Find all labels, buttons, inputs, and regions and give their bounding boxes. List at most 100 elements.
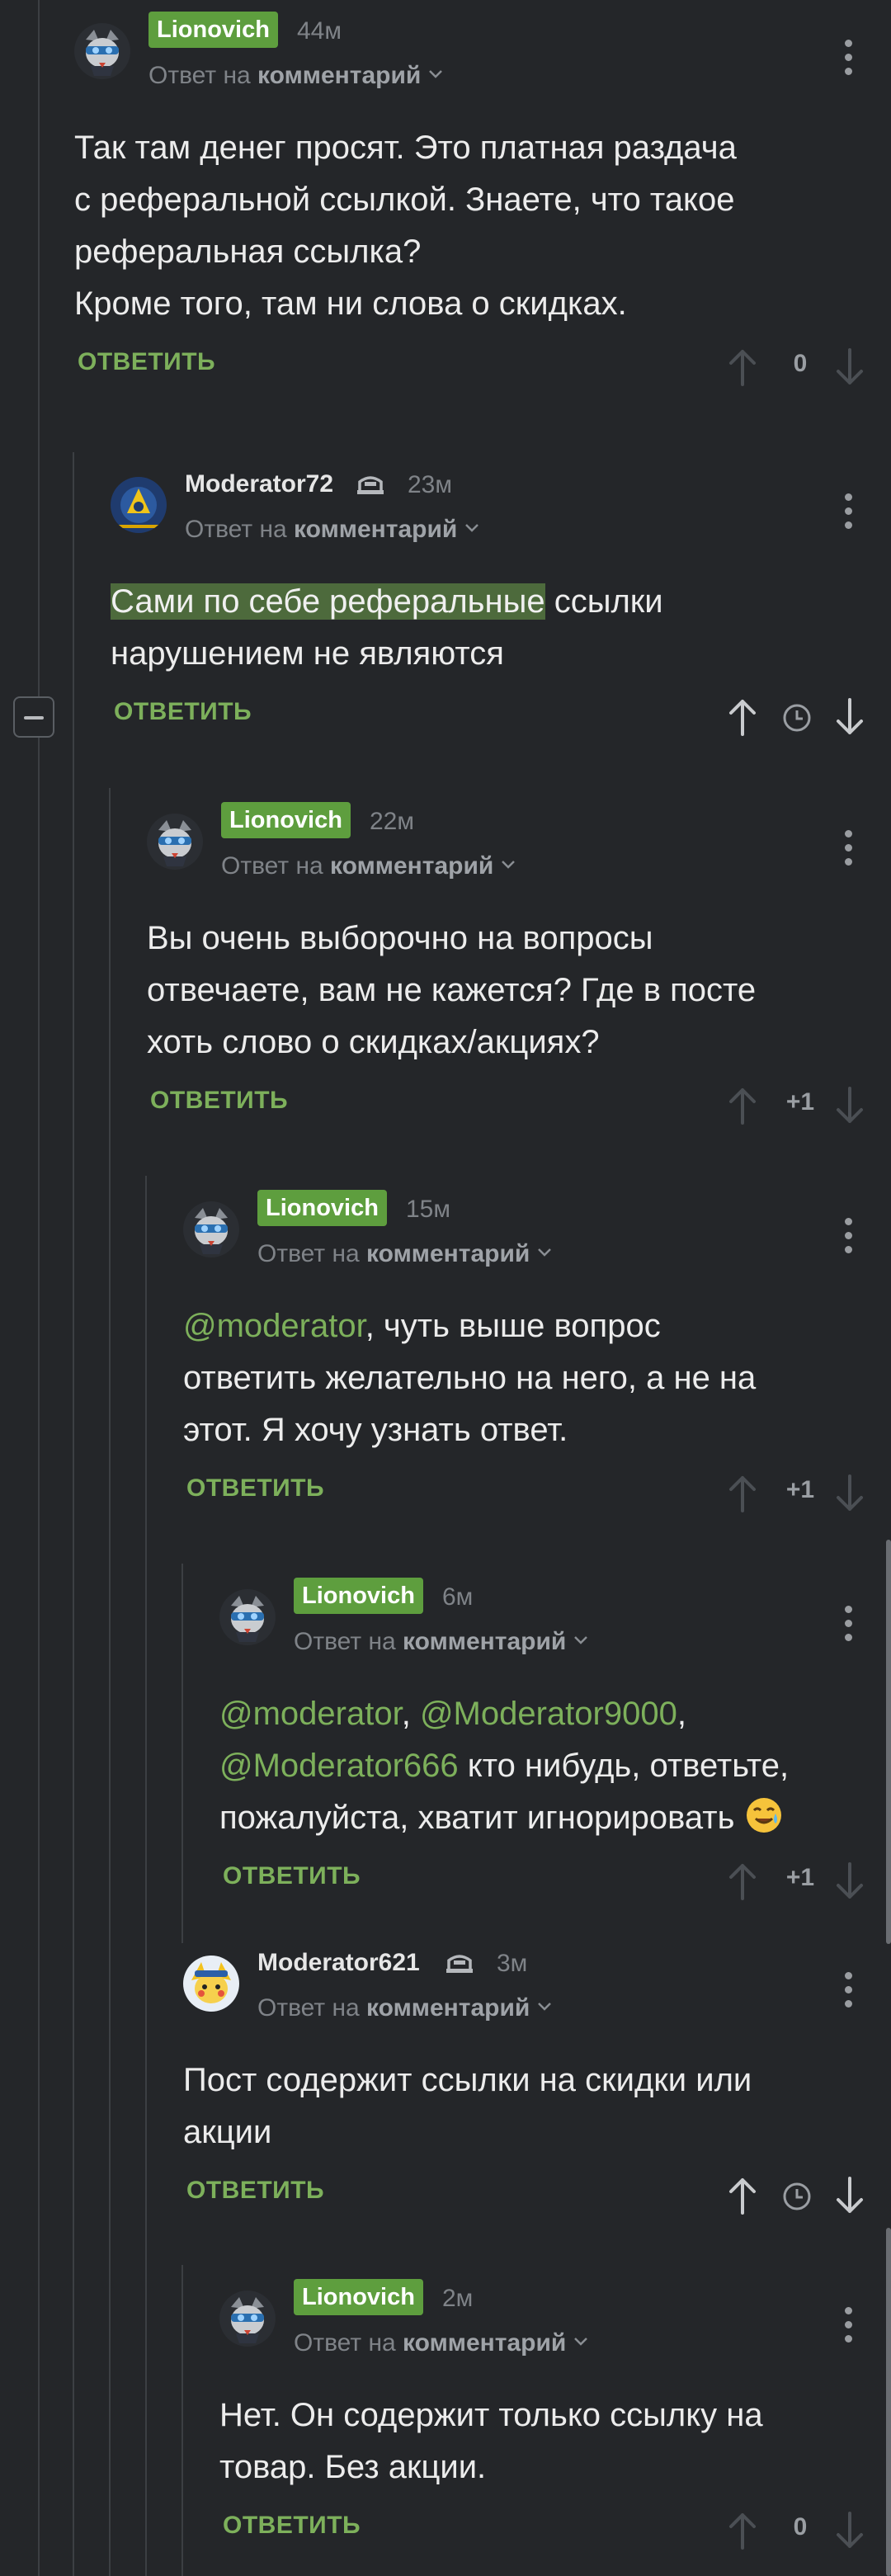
- comment-footer: ОТВЕТИТЬ: [183, 2170, 891, 2220]
- clock-icon: [783, 2182, 811, 2210]
- arrow-up-icon[interactable]: [726, 347, 759, 388]
- comment-text: Пост содержит ссылки на скидки или акции: [183, 2062, 752, 2150]
- arrow-down-icon[interactable]: [833, 696, 866, 738]
- more-vert-icon[interactable]: [845, 2307, 853, 2345]
- more-vert-icon[interactable]: [845, 40, 853, 78]
- timestamp: 22м: [370, 808, 414, 835]
- mention-link[interactable]: @Moderator9000: [420, 1696, 677, 1732]
- comment-header: Moderator621 3м Ответ на комментарий: [183, 1941, 891, 2023]
- arrow-up-icon[interactable]: [726, 2175, 759, 2216]
- chevron-down-icon: [538, 2003, 552, 2011]
- reply-to-link[interactable]: Ответ на комментарий: [185, 515, 480, 545]
- comment-header: Lionovich 6м Ответ на комментарий: [219, 1574, 891, 1657]
- more-vert-icon[interactable]: [845, 1218, 853, 1256]
- comment-footer: ОТВЕТИТЬ +1: [147, 1080, 891, 1130]
- arrow-down-icon[interactable]: [833, 347, 866, 388]
- reply-to-link[interactable]: Ответ на комментарий: [257, 1239, 553, 1269]
- avatar[interactable]: [111, 477, 167, 533]
- thread-line: [38, 0, 40, 2576]
- mention-link[interactable]: @moderator: [183, 1308, 365, 1344]
- reply-to-link[interactable]: Ответ на комментарий: [294, 1627, 589, 1657]
- comment-header: Moderator72 23м Ответ на комментарий: [111, 462, 891, 545]
- comment: Lionovich 15м Ответ на комментарий @mode…: [183, 1187, 891, 1517]
- arrow-up-icon[interactable]: [726, 696, 759, 738]
- more-vert-icon[interactable]: [845, 1606, 853, 1644]
- highlighted-text: Сами по себе реферальные: [111, 583, 545, 620]
- rating-count: +1: [785, 1088, 815, 1116]
- avatar[interactable]: [219, 2291, 276, 2347]
- username-badge[interactable]: Lionovich: [294, 1578, 423, 1614]
- username-badge[interactable]: Lionovich: [221, 802, 351, 838]
- comment: Lionovich 2м Ответ на комментарий Нет. О…: [219, 2276, 891, 2555]
- chevron-down-icon: [574, 1636, 588, 1644]
- reply-button[interactable]: ОТВЕТИТЬ: [186, 2177, 324, 2205]
- timestamp: 23м: [408, 471, 452, 498]
- arrow-up-icon[interactable]: [726, 1085, 759, 1126]
- arrow-down-icon[interactable]: [833, 2510, 866, 2551]
- avatar[interactable]: [219, 1589, 276, 1645]
- timestamp: 2м: [442, 2285, 474, 2312]
- arrow-up-icon[interactable]: [726, 2510, 759, 2551]
- timestamp: 3м: [497, 1950, 528, 1977]
- reply-button[interactable]: ОТВЕТИТЬ: [78, 348, 215, 376]
- reply-button[interactable]: ОТВЕТИТЬ: [150, 1087, 288, 1115]
- arrow-up-icon[interactable]: [726, 1473, 759, 1514]
- reply-to-link[interactable]: Ответ на комментарий: [257, 1993, 553, 2023]
- comment-header: Lionovich 22м Ответ на комментарий: [147, 799, 891, 881]
- comment-footer: ОТВЕТИТЬ 0: [74, 342, 891, 391]
- comment: Lionovich 22м Ответ на комментарий Вы оч…: [147, 799, 891, 1130]
- comment-text: Сами по себе реферальные ссылки нарушени…: [111, 583, 663, 672]
- thread-line: [182, 2265, 183, 2576]
- thread-line: [73, 452, 74, 2576]
- avatar[interactable]: [147, 814, 203, 870]
- rating-count: +1: [785, 1476, 815, 1503]
- comment: Moderator72 23м Ответ на комментарий Сам…: [111, 462, 891, 741]
- more-vert-icon[interactable]: [845, 1972, 853, 2010]
- avatar[interactable]: [183, 1956, 239, 2012]
- comment-text: @moderator, чуть выше вопрос ответить же…: [183, 1308, 757, 1448]
- more-vert-icon[interactable]: [845, 493, 853, 531]
- avatar[interactable]: [183, 1201, 239, 1257]
- clock-icon: [783, 704, 811, 732]
- username[interactable]: Moderator621: [257, 1947, 420, 1979]
- rating-count: 0: [793, 350, 808, 377]
- comment-footer: ОТВЕТИТЬ 0: [219, 2505, 891, 2555]
- arrow-down-icon[interactable]: [833, 1085, 866, 1126]
- avatar[interactable]: [74, 23, 130, 79]
- timestamp: 6м: [442, 1583, 474, 1611]
- comment-text: Так там денег просят. Это платная раздач…: [74, 130, 737, 322]
- reply-button[interactable]: ОТВЕТИТЬ: [186, 1474, 324, 1503]
- reply-button[interactable]: ОТВЕТИТЬ: [114, 698, 252, 726]
- timestamp: 44м: [297, 17, 342, 45]
- comment: Moderator621 3м Ответ на комментарий Пос…: [183, 1941, 891, 2220]
- arrow-down-icon[interactable]: [833, 2175, 866, 2216]
- comment-text: Нет. Он содержит только ссылку на товар.…: [219, 2397, 763, 2485]
- reply-button[interactable]: ОТВЕТИТЬ: [223, 2512, 361, 2540]
- username[interactable]: Moderator72: [185, 469, 333, 500]
- chevron-down-icon: [574, 2338, 588, 2346]
- username-badge[interactable]: Lionovich: [148, 12, 278, 48]
- arrow-down-icon[interactable]: [833, 1473, 866, 1514]
- comment-footer: ОТВЕТИТЬ +1: [183, 1468, 891, 1517]
- collapse-minus-icon[interactable]: [13, 696, 54, 738]
- reply-to-link[interactable]: Ответ на комментарий: [294, 2328, 589, 2358]
- reply-button[interactable]: ОТВЕТИТЬ: [223, 1862, 361, 1890]
- arrow-down-icon[interactable]: [833, 1861, 866, 1902]
- comment-footer: ОТВЕТИТЬ +1: [219, 1856, 891, 1905]
- comment-footer: ОТВЕТИТЬ: [111, 691, 891, 741]
- comment-header: Lionovich 2м Ответ на комментарий: [219, 2276, 891, 2358]
- arrow-up-icon[interactable]: [726, 1861, 759, 1902]
- reply-to-link[interactable]: Ответ на комментарий: [221, 852, 516, 881]
- moderator-hat-icon: [357, 476, 384, 494]
- moderator-hat-icon: [446, 1955, 473, 1973]
- chevron-down-icon: [465, 524, 479, 532]
- mention-link[interactable]: @moderator: [219, 1696, 402, 1732]
- tear-smile-emoji: [746, 1798, 781, 1833]
- comment-header: Lionovich 15м Ответ на комментарий: [183, 1187, 891, 1269]
- reply-to-link[interactable]: Ответ на комментарий: [148, 61, 444, 91]
- username-badge[interactable]: Lionovich: [294, 2279, 423, 2315]
- more-vert-icon[interactable]: [845, 830, 853, 868]
- username-badge[interactable]: Lionovich: [257, 1190, 387, 1226]
- thread-line: [182, 1564, 183, 1943]
- mention-link[interactable]: @Moderator666: [219, 1748, 459, 1784]
